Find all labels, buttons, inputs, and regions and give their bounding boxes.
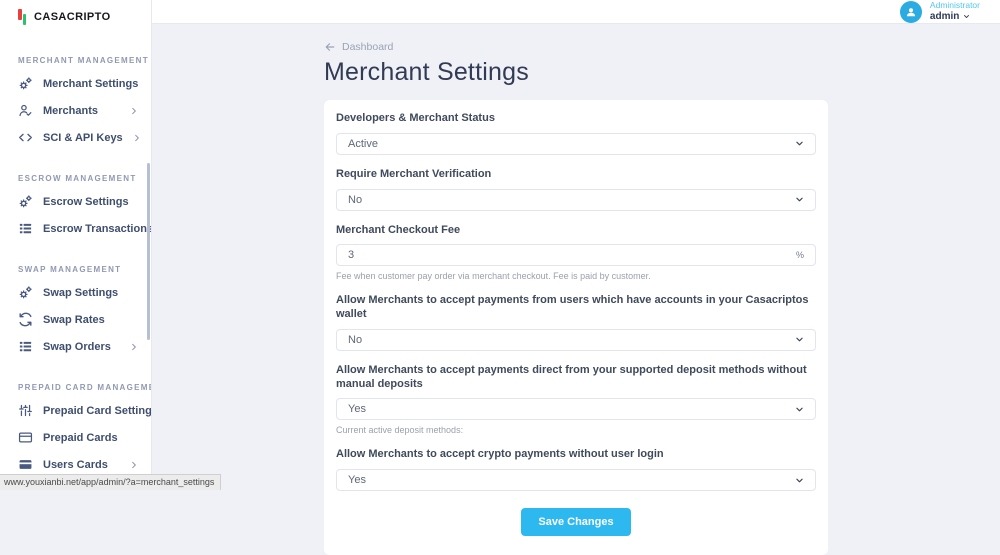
code-icon [18, 130, 33, 145]
sidebar-nav: MERCHANT MANAGEMENT Merchant Settings Me… [0, 56, 151, 490]
sidebar-item-swap-rates[interactable]: Swap Rates [0, 306, 151, 333]
gears-icon [18, 194, 33, 209]
sidebar-item-swap-settings[interactable]: Swap Settings [0, 279, 151, 306]
direct-deposit-payments-select[interactable]: Yes [336, 398, 816, 421]
gears-icon [18, 76, 33, 91]
field-label-merchant-verification: Require Merchant Verification [336, 167, 492, 180]
section-title-escrow-management: ESCROW MANAGEMENT [18, 174, 137, 183]
selected-value: No [348, 333, 363, 346]
sidebar-item-label: Escrow Settings [43, 195, 129, 208]
wallet-payments-select[interactable]: No [336, 328, 816, 351]
main-content: Dashboard Merchant Settings Developers &… [152, 24, 1000, 555]
user-name[interactable]: admin [930, 11, 980, 24]
candlestick-logo-icon [18, 8, 28, 26]
sidebar-item-label: Prepaid Card Settings [43, 404, 152, 417]
back-arrow-icon [325, 43, 335, 51]
card-icon [18, 430, 33, 445]
avatar[interactable] [899, 0, 922, 23]
sidebar-item-label: Prepaid Cards [43, 431, 118, 444]
field-label-wallet-payments: Allow Merchants to accept payments from … [336, 294, 809, 321]
gears-icon [18, 285, 33, 300]
checkout-fee-helper: Fee when customer pay order via merchant… [336, 271, 651, 282]
checkout-fee-field: % [336, 244, 816, 267]
section-title-swap-management: SWAP MANAGEMENT [18, 265, 122, 274]
selected-value: Yes [348, 403, 366, 416]
chevron-down-icon [795, 139, 804, 148]
card-filled-icon [18, 457, 33, 472]
chevron-down-icon [964, 15, 970, 19]
crypto-no-login-select[interactable]: Yes [336, 469, 816, 492]
section-title-prepaid-card-management: PREPAID CARD MANAGEMENT [18, 383, 151, 392]
sidebar-item-label: Swap Rates [43, 313, 105, 326]
swap-icon [18, 312, 33, 327]
top-header: Administrator admin [152, 0, 1000, 25]
settings-form-card: Developers & Merchant Status Active Requ… [324, 100, 828, 555]
chevron-down-icon [795, 195, 804, 204]
chevron-down-icon [795, 335, 804, 344]
sidebar-item-label: Users Cards [43, 458, 108, 471]
status-bar-url: www.youxianbi.net/app/admin/?a=merchant_… [0, 474, 222, 490]
field-label-merchant-status: Developers & Merchant Status [336, 112, 495, 125]
breadcrumb-label: Dashboard [342, 41, 394, 54]
section-title-merchant-management: MERCHANT MANAGEMENT [18, 56, 149, 65]
deposit-methods-helper: Current active deposit methods: [336, 425, 464, 436]
field-label-crypto-no-login: Allow Merchants to accept crypto payment… [336, 448, 664, 461]
sidebar-item-prepaid-card-settings[interactable]: Prepaid Card Settings [0, 397, 151, 424]
chevron-right-icon [133, 134, 141, 142]
selected-value: Yes [348, 474, 366, 487]
chevron-right-icon [130, 343, 138, 351]
brand-logo[interactable]: CASACRIPTO [0, 0, 151, 33]
user-check-icon [18, 103, 33, 118]
sidebar-item-label: Swap Settings [43, 286, 119, 299]
sliders-icon [18, 403, 33, 418]
merchant-status-select[interactable]: Active [336, 132, 816, 155]
chevron-right-icon [130, 461, 138, 469]
percent-suffix: % [795, 250, 804, 261]
merchant-verification-select[interactable]: No [336, 188, 816, 211]
sidebar-item-label: SCI & API Keys [43, 131, 123, 144]
sidebar-item-merchant-settings[interactable]: Merchant Settings [0, 70, 151, 97]
sidebar-item-label: Escrow Transactions [43, 222, 152, 235]
field-label-checkout-fee: Merchant Checkout Fee [336, 223, 461, 236]
sidebar-item-label: Swap Orders [43, 340, 111, 353]
breadcrumb-dashboard[interactable]: Dashboard [324, 41, 393, 53]
brand-name: CASACRIPTO [34, 11, 111, 23]
sidebar: CASACRIPTO MERCHANT MANAGEMENT Merchant … [0, 0, 152, 490]
checkout-fee-input[interactable] [348, 245, 796, 266]
chevron-down-icon [795, 405, 804, 414]
selected-value: Active [348, 137, 378, 150]
chevron-down-icon [795, 476, 804, 485]
sidebar-item-prepaid-cards[interactable]: Prepaid Cards [0, 424, 151, 451]
page-title: Merchant Settings [324, 58, 529, 87]
sidebar-item-label: Merchant Settings [43, 77, 139, 90]
sidebar-item-escrow-settings[interactable]: Escrow Settings [0, 188, 151, 215]
sidebar-item-escrow-transactions[interactable]: Escrow Transactions [0, 215, 151, 242]
list-icon [18, 221, 33, 236]
field-label-direct-deposit-payments: Allow Merchants to accept payments direc… [336, 363, 807, 390]
app-window: CASACRIPTO MERCHANT MANAGEMENT Merchant … [0, 0, 1000, 555]
sidebar-item-merchants[interactable]: Merchants [0, 97, 151, 124]
sidebar-item-swap-orders[interactable]: Swap Orders [0, 333, 151, 360]
save-changes-button[interactable]: Save Changes [521, 508, 631, 537]
list-icon [18, 339, 33, 354]
sidebar-item-sci-api-keys[interactable]: SCI & API Keys [0, 124, 151, 151]
user-role: Administrator [929, 0, 980, 10]
chevron-right-icon [130, 107, 138, 115]
sidebar-scrollbar-thumb[interactable] [147, 163, 150, 340]
user-menu[interactable]: Administrator admin [899, 0, 980, 24]
selected-value: No [348, 193, 363, 206]
sidebar-item-label: Merchants [43, 104, 99, 117]
